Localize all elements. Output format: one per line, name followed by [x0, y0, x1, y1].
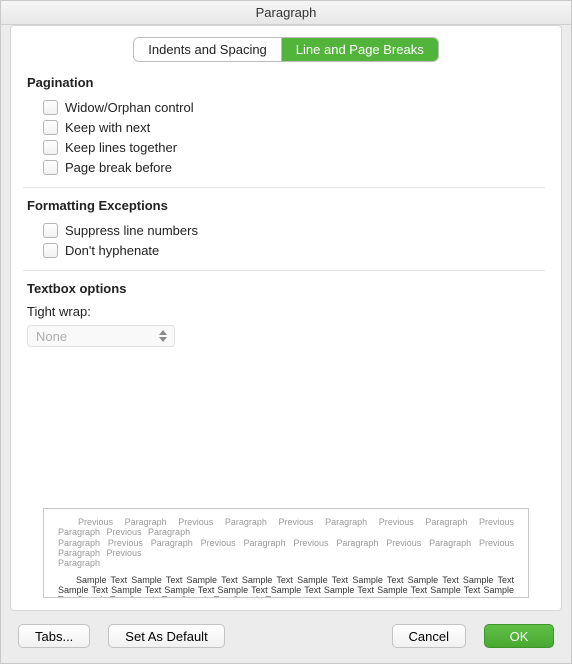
- checkbox-widow-orphan-input[interactable]: [43, 100, 58, 115]
- checkbox-suppress-line-numbers-input[interactable]: [43, 223, 58, 238]
- dialog-footer: Tabs... Set As Default Cancel OK: [10, 619, 562, 653]
- cancel-button[interactable]: Cancel: [392, 624, 466, 648]
- checkbox-page-break-before-input[interactable]: [43, 160, 58, 175]
- segmented-control: Indents and Spacing Line and Page Breaks: [134, 38, 437, 61]
- paragraph-preview: Previous Paragraph Previous Paragraph Pr…: [43, 508, 529, 598]
- checkbox-dont-hyphenate[interactable]: Don't hyphenate: [43, 241, 545, 260]
- checkbox-dont-hyphenate-label: Don't hyphenate: [65, 243, 159, 258]
- preview-sample-text: Sample Text Sample Text Sample Text Samp…: [58, 575, 514, 598]
- preview-previous-line: Paragraph: [58, 558, 514, 568]
- tab-bar: Indents and Spacing Line and Page Breaks: [27, 38, 545, 61]
- tight-wrap-select-wrap: None: [27, 325, 175, 347]
- checkbox-page-break-before[interactable]: Page break before: [43, 158, 545, 177]
- ok-button[interactable]: OK: [484, 624, 554, 648]
- tab-line-page-breaks[interactable]: Line and Page Breaks: [282, 38, 438, 61]
- tight-wrap-label: Tight wrap:: [27, 304, 545, 319]
- tight-wrap-select: None: [27, 325, 175, 347]
- paragraph-dialog: Paragraph Indents and Spacing Line and P…: [0, 0, 572, 664]
- separator: [23, 187, 545, 188]
- checkbox-page-break-before-label: Page break before: [65, 160, 172, 175]
- checkbox-keep-lines-together[interactable]: Keep lines together: [43, 138, 545, 157]
- pagination-title: Pagination: [27, 75, 545, 90]
- checkbox-widow-orphan-label: Widow/Orphan control: [65, 100, 194, 115]
- dialog-content: Indents and Spacing Line and Page Breaks…: [10, 25, 562, 611]
- checkbox-suppress-line-numbers-label: Suppress line numbers: [65, 223, 198, 238]
- formatting-exceptions-title: Formatting Exceptions: [27, 198, 545, 213]
- window-title: Paragraph: [1, 1, 571, 25]
- checkbox-keep-with-next[interactable]: Keep with next: [43, 118, 545, 137]
- separator: [23, 270, 545, 271]
- preview-previous-line: Previous Paragraph Previous Paragraph Pr…: [58, 517, 514, 538]
- tab-indents-spacing[interactable]: Indents and Spacing: [134, 38, 282, 61]
- checkbox-keep-lines-together-label: Keep lines together: [65, 140, 177, 155]
- tabs-button[interactable]: Tabs...: [18, 624, 90, 648]
- checkbox-keep-lines-together-input[interactable]: [43, 140, 58, 155]
- checkbox-keep-with-next-input[interactable]: [43, 120, 58, 135]
- textbox-options-title: Textbox options: [27, 281, 545, 296]
- set-as-default-button[interactable]: Set As Default: [108, 624, 224, 648]
- checkbox-keep-with-next-label: Keep with next: [65, 120, 150, 135]
- checkbox-widow-orphan[interactable]: Widow/Orphan control: [43, 98, 545, 117]
- checkbox-suppress-line-numbers[interactable]: Suppress line numbers: [43, 221, 545, 240]
- checkbox-dont-hyphenate-input[interactable]: [43, 243, 58, 258]
- preview-previous-line: Paragraph Previous Paragraph Previous Pa…: [58, 538, 514, 559]
